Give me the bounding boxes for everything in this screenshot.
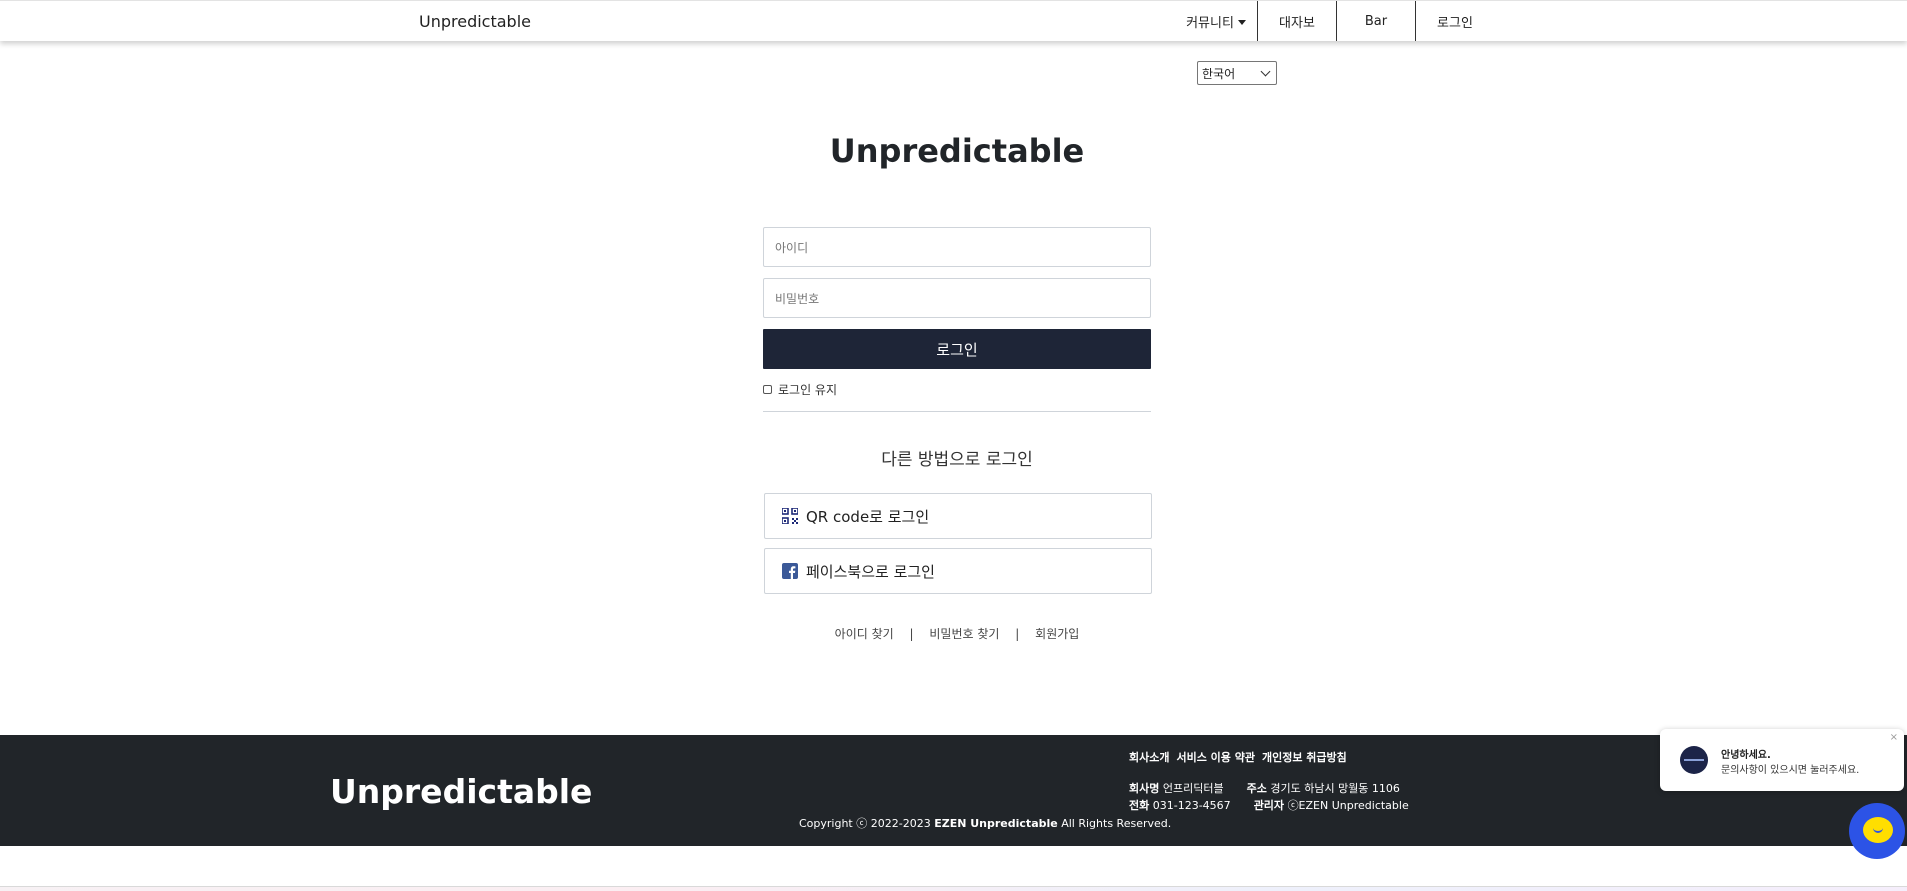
admin-value: ⓒEZEN Unpredictable (1287, 799, 1409, 812)
facebook-icon (782, 563, 798, 579)
link-separator: | (1015, 627, 1020, 641)
nav-item-bar[interactable]: Bar (1336, 1, 1415, 41)
login-button[interactable]: 로그인 (763, 329, 1151, 369)
footer-company-info: 회사명 언프리딕터블 주소 경기도 하남시 망월동 1106 (1129, 780, 1400, 796)
copyright-brand: EZEN Unpredictable (934, 817, 1058, 830)
chat-bubble-icon (1863, 817, 1893, 843)
nav-menu: 커뮤니티 대자보 Bar 로그인 (1175, 1, 1494, 41)
admin-label: 관리자 (1253, 799, 1285, 812)
account-links: 아이디 찾기 | 비밀번호 찾기 | 회원가입 (0, 625, 1907, 642)
footer: Unpredictable 회사소개 서비스 이용 약관 개인정보 취급방침 회… (0, 735, 1907, 846)
nav-item-login[interactable]: 로그인 (1415, 1, 1494, 41)
footer-link-terms[interactable]: 서비스 이용 약관 (1176, 749, 1255, 765)
top-navbar: Unpredictable 커뮤니티 대자보 Bar 로그인 (0, 0, 1907, 41)
caret-down-icon (1237, 19, 1246, 25)
company-value: 언프리딕터블 (1162, 782, 1224, 795)
nav-item-community-label: 커뮤니티 (1186, 15, 1234, 31)
chevron-down-icon (1260, 66, 1271, 77)
qr-login-label: QR code로 로그인 (806, 507, 930, 526)
footer-brand: Unpredictable (330, 772, 593, 811)
footer-contact-info: 전화 031-123-4567 관리자 ⓒEZEN Unpredictable (1129, 797, 1409, 813)
id-input[interactable]: 아이디 (763, 227, 1151, 267)
chat-popup[interactable]: 안녕하세요. 문의사항이 있으시면 눌러주세요. × (1660, 729, 1904, 791)
nav-item-board[interactable]: 대자보 (1257, 1, 1336, 41)
address-label: 주소 (1246, 782, 1267, 795)
copyright-suffix: All Rights Reserved. (1057, 817, 1172, 830)
find-password-link[interactable]: 비밀번호 찾기 (929, 625, 999, 642)
keep-login[interactable]: 로그인 유지 (763, 381, 837, 398)
navbar-brand[interactable]: Unpredictable (419, 12, 531, 31)
facebook-login-button[interactable]: 페이스북으로 로그인 (764, 548, 1152, 594)
page-title: Unpredictable (829, 132, 1085, 170)
language-select[interactable]: 한국어 (1197, 61, 1277, 85)
footer-link-privacy[interactable]: 개인정보 취급방침 (1262, 749, 1347, 765)
copyright-prefix: Copyright ⓒ 2022-2023 (799, 817, 935, 830)
chat-greeting: 안녕하세요. (1721, 750, 1771, 761)
divider (763, 411, 1151, 412)
chat-avatar (1680, 746, 1708, 774)
keep-login-checkbox[interactable] (763, 385, 772, 394)
bottom-strip (0, 886, 1907, 891)
password-input[interactable]: 비밀번호 (763, 278, 1151, 318)
footer-link-about[interactable]: 회사소개 (1129, 749, 1169, 765)
footer-links: 회사소개 서비스 이용 약관 개인정보 취급방침 (1129, 749, 1347, 765)
chat-message: 문의사항이 있으시면 눌러주세요. (1721, 765, 1860, 776)
close-icon[interactable]: × (1890, 732, 1898, 743)
language-select-value: 한국어 (1202, 66, 1236, 81)
facebook-login-label: 페이스북으로 로그인 (806, 562, 935, 581)
copyright: Copyright ⓒ 2022-2023 EZEN Unpredictable… (799, 815, 1171, 831)
signup-link[interactable]: 회원가입 (1035, 625, 1079, 642)
qr-login-button[interactable]: QR code로 로그인 (764, 493, 1152, 539)
company-label: 회사명 (1129, 782, 1160, 795)
phone-label: 전화 (1129, 799, 1150, 812)
other-methods-heading: 다른 방법으로 로그인 (881, 450, 1033, 470)
nav-item-community[interactable]: 커뮤니티 (1175, 1, 1257, 41)
keep-login-label: 로그인 유지 (778, 383, 838, 397)
phone-value: 031-123-4567 (1152, 799, 1231, 812)
address-value: 경기도 하남시 망월동 1106 (1270, 782, 1400, 795)
link-separator: | (909, 627, 914, 641)
qr-code-icon (782, 508, 798, 524)
chat-launcher-button[interactable] (1849, 803, 1905, 859)
find-id-link[interactable]: 아이디 찾기 (835, 625, 894, 642)
